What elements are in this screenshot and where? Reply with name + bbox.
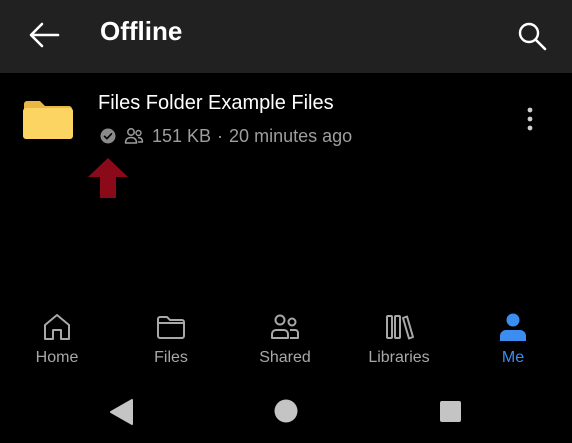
system-home-icon[interactable] <box>274 399 298 423</box>
search-icon[interactable] <box>516 20 548 52</box>
meta-separator: · <box>217 125 224 146</box>
annotation-arrow-icon <box>88 158 128 198</box>
nav-label-shared: Shared <box>259 349 311 366</box>
nav-label-me: Me <box>501 349 525 366</box>
nav-label-libraries: Libraries <box>368 349 430 366</box>
back-arrow-icon[interactable] <box>26 20 62 50</box>
nav-item-files[interactable]: Files <box>114 300 228 380</box>
bottom-navigation: Home Files Shared Libraries Me <box>0 300 572 380</box>
folder-icon <box>23 101 73 139</box>
more-options-icon[interactable] <box>518 106 542 132</box>
nav-item-home[interactable]: Home <box>0 300 114 380</box>
file-meta: 151 KB · 20 minutes ago <box>100 125 352 147</box>
file-name: Files Folder Example Files <box>98 92 334 114</box>
system-navigation-bar <box>110 399 461 425</box>
home-icon <box>44 314 70 340</box>
app-bar: Offline <box>0 0 572 73</box>
shared-people-icon <box>124 128 144 144</box>
libraries-icon <box>386 315 414 340</box>
nav-item-libraries[interactable]: Libraries <box>342 300 456 380</box>
nav-label-home: Home <box>35 349 79 366</box>
folder-icon <box>157 316 185 339</box>
file-size: 151 KB <box>152 125 212 146</box>
nav-label-files: Files <box>154 349 188 366</box>
file-list-item[interactable]: Files Folder Example Files 151 KB · 20 m… <box>0 73 572 163</box>
people-icon <box>271 314 299 339</box>
person-icon <box>500 313 526 341</box>
page-title: Offline <box>100 16 183 46</box>
system-back-icon[interactable] <box>110 399 133 425</box>
offline-available-icon <box>100 128 116 144</box>
system-recents-icon[interactable] <box>440 401 461 422</box>
nav-item-shared[interactable]: Shared <box>228 300 342 380</box>
file-modified: 20 minutes ago <box>229 125 353 146</box>
nav-item-me[interactable]: Me <box>456 300 570 380</box>
